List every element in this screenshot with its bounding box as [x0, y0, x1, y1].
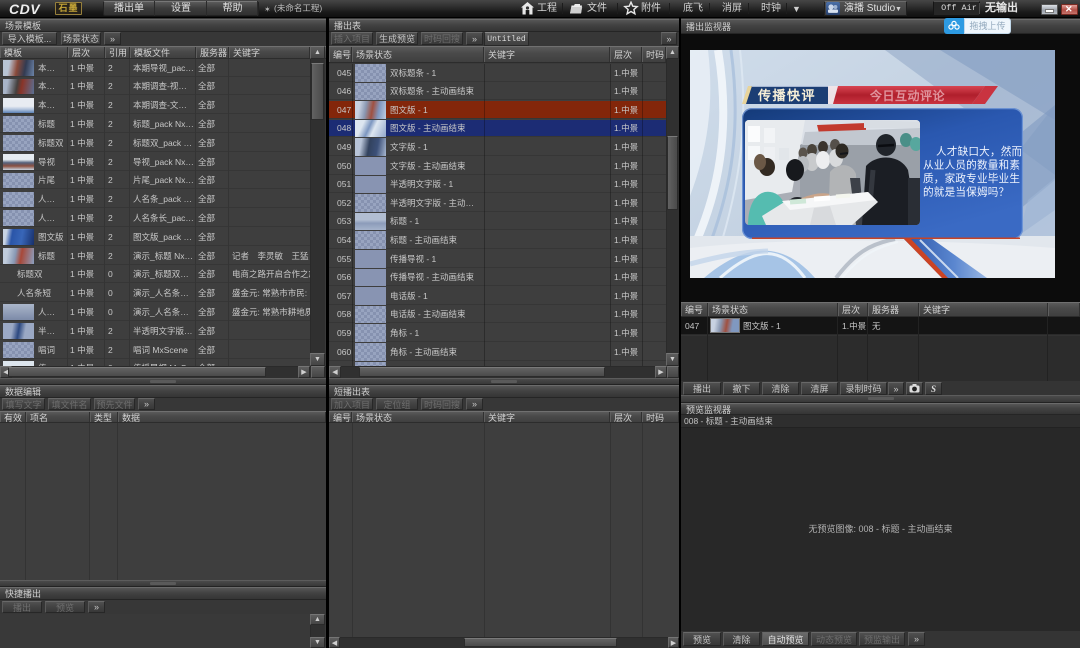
svg-text:人才缺口大，然而: 人才缺口大，然而: [936, 145, 1023, 158]
svg-text:质，家政专业毕业生: 质，家政专业毕业生: [923, 172, 1020, 185]
svg-text:传播快评: 传播快评: [757, 88, 816, 103]
svg-text:的就是当保姆吗？: 的就是当保姆吗？: [923, 186, 1009, 199]
svg-text:今日互动评论: 今日互动评论: [869, 88, 946, 103]
svg-text:从业人员的数量和素: 从业人员的数量和素: [923, 159, 1020, 172]
